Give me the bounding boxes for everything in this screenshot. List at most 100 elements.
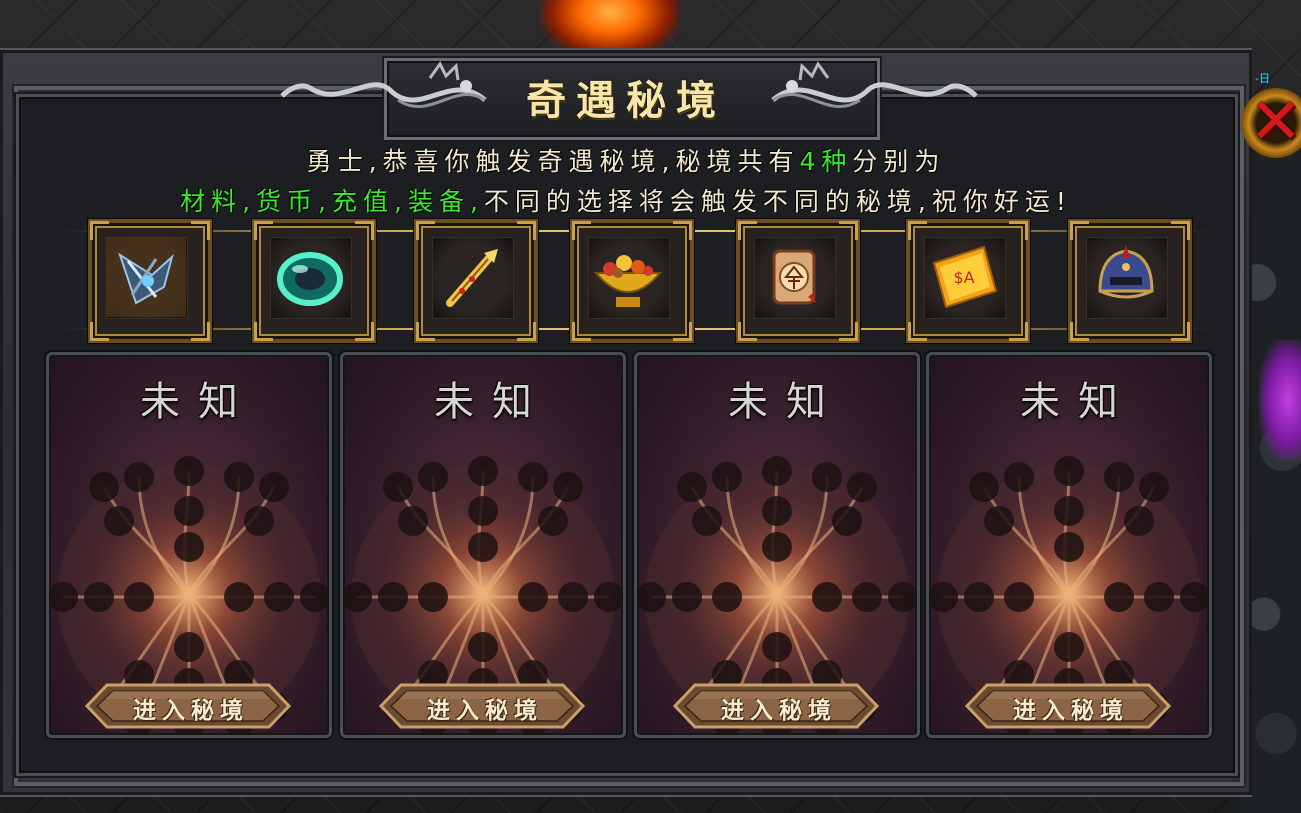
slot-corner <box>738 322 757 341</box>
tree-node <box>888 582 917 612</box>
reward-slot-7[interactable] <box>1068 219 1192 343</box>
tree-node <box>84 582 114 612</box>
jade-ring-icon <box>277 252 343 306</box>
tree-node <box>104 506 134 536</box>
tree-node <box>398 506 428 536</box>
tree-node <box>712 582 742 612</box>
tree-node <box>969 472 999 502</box>
tree-node <box>692 506 722 536</box>
realm-card-3[interactable]: 未知 进入秘境 <box>634 352 920 738</box>
tree-node <box>174 632 204 662</box>
tree-node <box>852 582 882 612</box>
slot-corner <box>1009 322 1028 341</box>
reward-slot-2[interactable] <box>252 219 376 343</box>
tree-node <box>1144 582 1174 612</box>
slot-corner <box>254 322 273 341</box>
tree-node <box>712 462 742 492</box>
reward-slot-5[interactable] <box>736 219 860 343</box>
tree-node <box>518 582 548 612</box>
reward-slot-1[interactable] <box>88 219 212 343</box>
tree-node <box>224 582 254 612</box>
reward-slot-6[interactable]: $A <box>906 219 1030 343</box>
tree-node <box>264 582 294 612</box>
tree-node <box>812 582 842 612</box>
tree-node <box>124 462 154 492</box>
slot-corner <box>254 221 273 240</box>
slot-corner <box>839 322 858 341</box>
tree-node <box>553 472 583 502</box>
gold-token-card-icon <box>772 249 816 305</box>
enter-realm-label: 进入秘境 <box>133 697 249 724</box>
tree-node <box>1054 632 1084 662</box>
tree-node <box>418 582 448 612</box>
enter-realm-button[interactable]: 进入秘境 <box>85 683 291 729</box>
tree-node <box>762 532 792 562</box>
enter-realm-button[interactable]: 进入秘境 <box>673 683 879 729</box>
realm-card-2[interactable]: 未知 进入秘境 <box>340 352 626 738</box>
reward-slot-4[interactable] <box>570 219 694 343</box>
tree-node <box>89 472 119 502</box>
warrior-helmet-icon <box>1098 245 1154 299</box>
realm-card-title: 未知 <box>1020 379 1136 425</box>
tree-node <box>594 582 623 612</box>
tree-node <box>378 582 408 612</box>
tree-node <box>984 506 1014 536</box>
reward-slot-3[interactable] <box>414 219 538 343</box>
red-envelope-ticket-icon: $A <box>932 245 998 309</box>
slot-corner <box>90 221 109 240</box>
tree-node <box>174 532 204 562</box>
tree-node <box>1004 462 1034 492</box>
tree-node <box>468 456 498 486</box>
tree-node <box>468 532 498 562</box>
intro-line-1-prefix: 勇士,恭喜你触发奇遇秘境,秘境共有 <box>306 147 800 176</box>
slot-corner <box>572 322 591 341</box>
slot-corner <box>355 322 374 341</box>
tree-node <box>468 632 498 662</box>
tree-node <box>343 582 372 612</box>
svg-text:$A: $A <box>953 268 974 287</box>
tree-node <box>812 462 842 492</box>
background-portal-right <box>1259 340 1301 460</box>
realm-card-1[interactable]: 未知 进入秘境 <box>46 352 332 738</box>
realm-card-4[interactable]: 未知 进入秘境 <box>926 352 1212 738</box>
realm-card-title: 未知 <box>728 379 844 425</box>
tree-node <box>174 456 204 486</box>
tree-node <box>1104 582 1134 612</box>
tree-node <box>847 472 877 502</box>
tree-node <box>1124 506 1154 536</box>
tree-node <box>964 582 994 612</box>
enter-realm-button[interactable]: 进入秘境 <box>965 683 1171 729</box>
slot-corner <box>517 221 536 240</box>
slot-corner <box>191 221 210 240</box>
slot-corner <box>517 322 536 341</box>
slot-corner <box>673 322 692 341</box>
intro-line-2: 材料,货币,充值,装备,不同的选择将会触发不同的秘境,祝你好运! <box>0 182 1252 218</box>
slot-corner <box>1171 322 1190 341</box>
tree-node <box>244 506 274 536</box>
enter-realm-label: 进入秘境 <box>1013 697 1129 724</box>
slot-corner <box>191 322 210 341</box>
tree-node <box>538 506 568 536</box>
slot-corner <box>1070 322 1089 341</box>
tree-node <box>300 582 329 612</box>
tree-node <box>1054 456 1084 486</box>
slot-corner <box>416 221 435 240</box>
tree-node <box>518 462 548 492</box>
golden-sword-icon <box>446 249 498 307</box>
tree-node <box>832 506 862 536</box>
realm-card-title: 未知 <box>434 379 550 425</box>
slot-corner <box>1009 221 1028 240</box>
enter-realm-label: 进入秘境 <box>427 697 543 724</box>
tree-node <box>558 582 588 612</box>
tree-node <box>259 472 289 502</box>
enter-realm-button[interactable]: 进入秘境 <box>379 683 585 729</box>
tree-node <box>49 582 78 612</box>
tree-node <box>1054 532 1084 562</box>
tree-node <box>1004 582 1034 612</box>
slot-corner <box>1171 221 1190 240</box>
close-x-icon: ✕ <box>1249 85 1301 159</box>
slot-corner <box>673 221 692 240</box>
tree-node <box>1054 496 1084 526</box>
tree-node <box>762 632 792 662</box>
tree-node <box>1139 472 1169 502</box>
